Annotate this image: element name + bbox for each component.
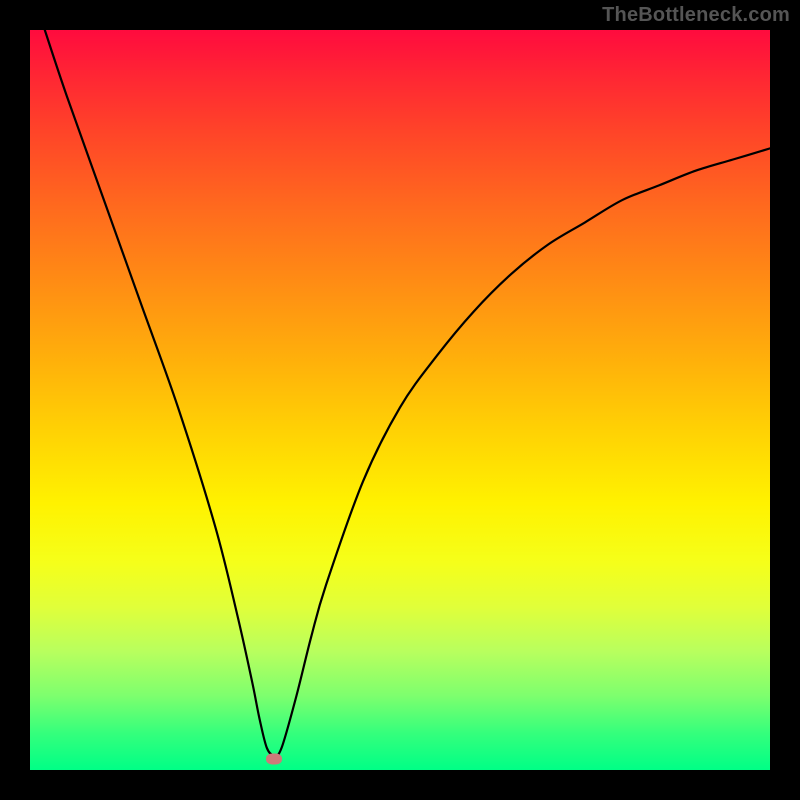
curve-svg [30, 30, 770, 770]
watermark-text: TheBottleneck.com [602, 4, 790, 27]
chart-frame: TheBottleneck.com [0, 0, 800, 800]
bottleneck-curve [45, 30, 770, 755]
optimal-marker [266, 753, 282, 764]
plot-area [30, 30, 770, 770]
